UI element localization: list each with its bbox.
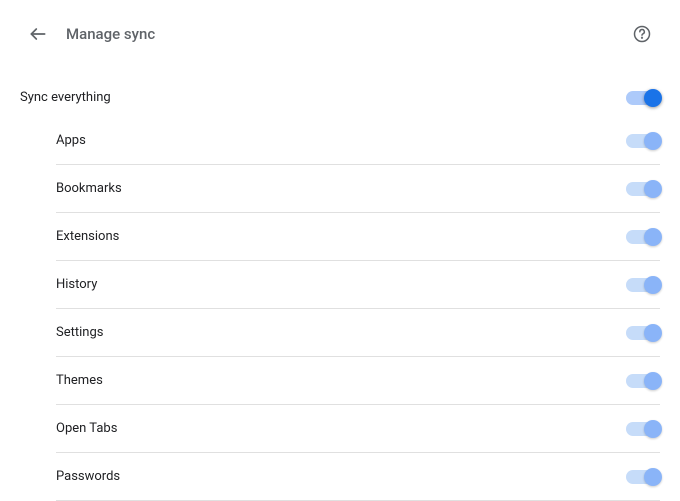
page-title: Manage sync xyxy=(66,25,155,43)
arrow-back-icon xyxy=(28,24,48,44)
sync-item-label: Passwords xyxy=(56,469,120,484)
sync-item-history: History xyxy=(56,261,660,309)
sync-item-toggle[interactable] xyxy=(626,278,660,292)
sync-item-toggle[interactable] xyxy=(626,134,660,148)
sync-everything-row: Sync everything xyxy=(20,78,660,117)
help-icon xyxy=(633,25,651,43)
sync-item-toggle[interactable] xyxy=(626,374,660,388)
sync-item-bookmarks: Bookmarks xyxy=(56,165,660,213)
sync-item-toggle[interactable] xyxy=(626,470,660,484)
sync-item-label: History xyxy=(56,277,97,292)
sync-item-settings: Settings xyxy=(56,309,660,357)
sync-item-toggle[interactable] xyxy=(626,422,660,436)
sync-item-label: Extensions xyxy=(56,229,119,244)
sync-item-apps: Apps xyxy=(56,117,660,165)
sync-items-list: Apps Bookmarks Extensions History Settin… xyxy=(20,117,660,501)
sync-item-label: Bookmarks xyxy=(56,181,122,196)
sync-item-toggle[interactable] xyxy=(626,230,660,244)
page-header: Manage sync xyxy=(0,0,680,68)
sync-settings: Sync everything Apps Bookmarks Extension… xyxy=(0,68,680,501)
sync-item-themes: Themes xyxy=(56,357,660,405)
sync-item-open-tabs: Open Tabs xyxy=(56,405,660,453)
help-button[interactable] xyxy=(624,16,660,52)
sync-item-label: Themes xyxy=(56,373,103,388)
sync-item-extensions: Extensions xyxy=(56,213,660,261)
sync-everything-toggle[interactable] xyxy=(626,91,660,105)
sync-everything-label: Sync everything xyxy=(20,90,111,105)
sync-item-label: Open Tabs xyxy=(56,421,117,436)
sync-item-toggle[interactable] xyxy=(626,182,660,196)
back-button[interactable] xyxy=(20,16,56,52)
sync-item-toggle[interactable] xyxy=(626,326,660,340)
sync-item-passwords: Passwords xyxy=(56,453,660,501)
sync-item-label: Apps xyxy=(56,133,86,148)
sync-item-label: Settings xyxy=(56,325,103,340)
